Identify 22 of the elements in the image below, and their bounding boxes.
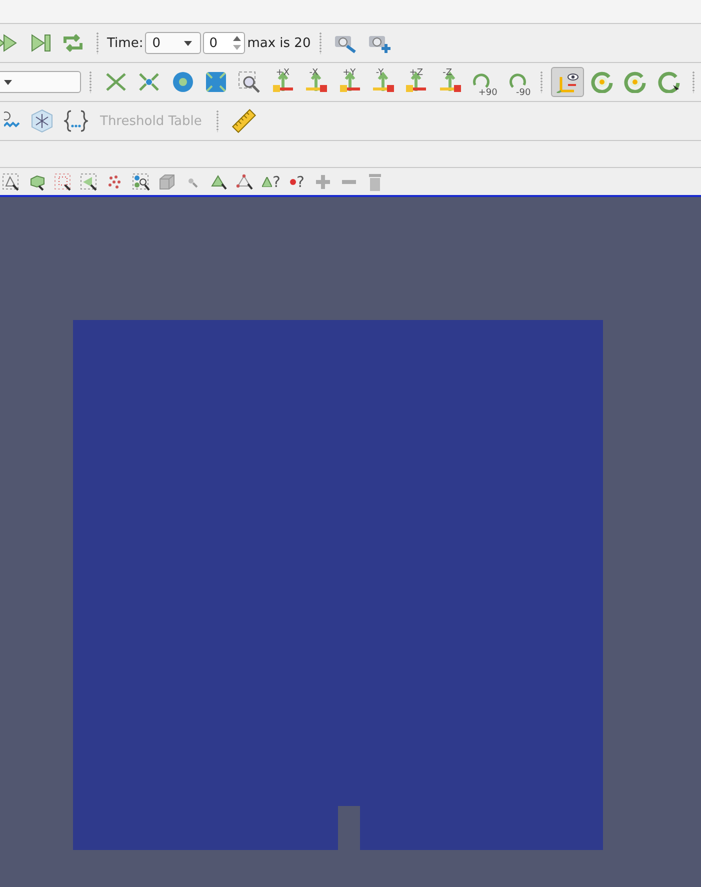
rotate-view-button[interactable]: +90	[467, 67, 498, 97]
select-blocks-icon[interactable]	[130, 170, 152, 192]
triangle-icon	[262, 176, 272, 186]
axes-toggle-icon[interactable]	[550, 67, 584, 97]
max-time-label: max is 20	[247, 36, 311, 50]
view-direction-button[interactable]: -X	[300, 67, 332, 97]
rotate-view-button[interactable]: -90	[500, 67, 532, 97]
dot-icon	[290, 178, 296, 184]
dropdown[interactable]	[0, 71, 82, 93]
time-index-field[interactable]: 0	[203, 32, 246, 54]
caret-icon	[184, 40, 192, 46]
view-direction-button[interactable]: +Z	[400, 67, 432, 97]
spinner-arrows-icon	[232, 34, 242, 52]
view-direction-button[interactable]: +Y	[334, 67, 365, 97]
time-dropdown[interactable]: 0	[145, 32, 202, 54]
view-direction-button[interactable]: -Z	[434, 67, 465, 97]
view-direction-button[interactable]: +X	[266, 67, 298, 97]
view-direction-button[interactable]: -Y	[366, 67, 398, 97]
query-button[interactable]: ?	[260, 170, 282, 192]
query-button[interactable]: ?	[286, 170, 308, 192]
caret-icon	[4, 80, 12, 84]
time-label: Time:	[107, 36, 144, 50]
